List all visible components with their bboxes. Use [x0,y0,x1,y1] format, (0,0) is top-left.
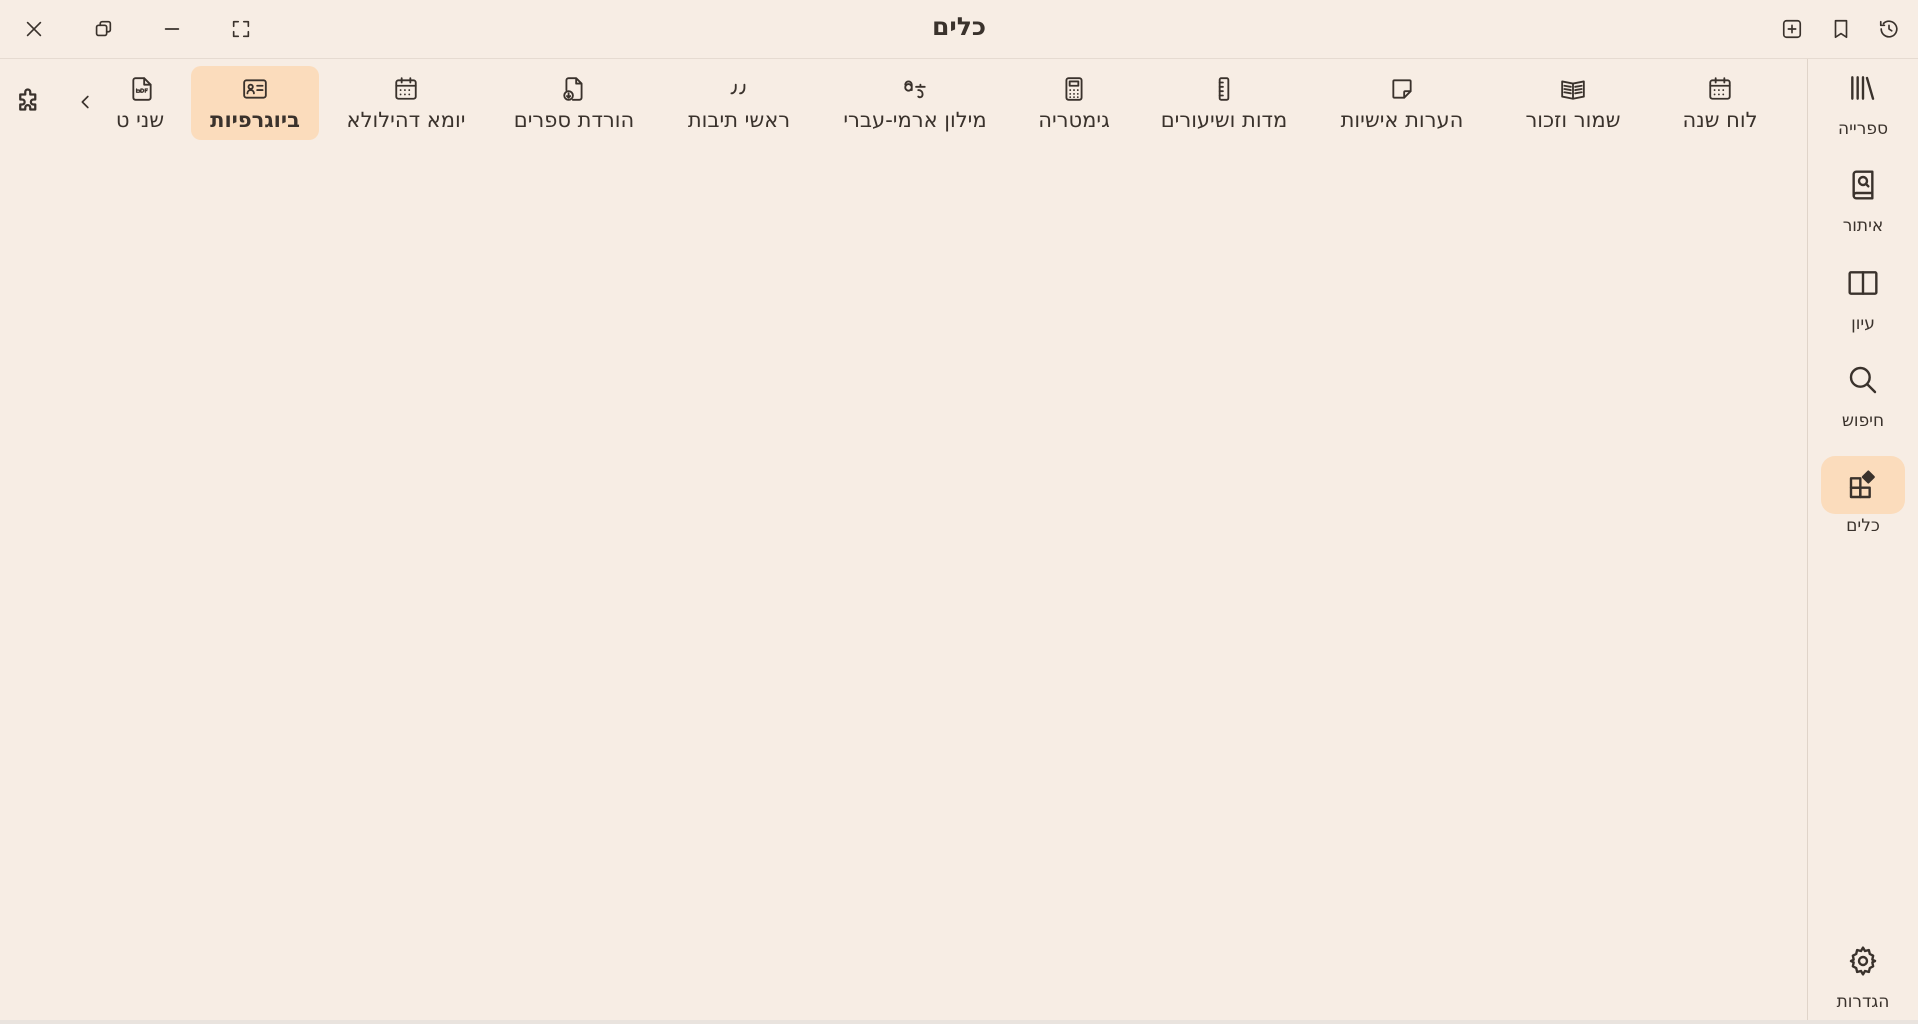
new-tab-button[interactable] [1777,14,1807,44]
bookmark-icon [1834,19,1848,39]
rail-item-locate[interactable]: איתור [1821,156,1905,246]
bottom-scrollbar-track [0,1020,1918,1024]
tool-aramaic-dictionary[interactable]: מילון ארמי-עברי [835,66,995,140]
rail-item-library[interactable]: ספרייה [1821,59,1905,149]
tool-abbreviations[interactable]: ראשי תיבות [676,66,802,140]
tools-strip: לוח שנה שמור וזכור הערות אישיות מדות ושי… [0,59,1807,149]
rail-item-tools[interactable]: כלים [1821,456,1905,546]
window-title: כלים [931,12,987,41]
tool-shamor-vezachor[interactable]: שמור וזכור [1505,66,1641,140]
tool-pdf-partial[interactable]: שני ט [104,66,176,140]
tool-calendar[interactable]: לוח שנה [1648,66,1792,140]
gear-icon [1849,946,1877,976]
library-icon [1851,76,1875,100]
rail-item-search[interactable]: חיפוש [1821,351,1905,441]
tool-biographies[interactable]: ביוגרפיות [191,66,319,140]
file-download-icon [563,77,583,101]
chevron-left-icon [81,95,89,109]
bookmark-button[interactable] [1826,14,1856,44]
book-search-icon [1852,170,1874,200]
rail-item-settings[interactable]: הגדרות [1821,932,1905,1022]
scroll-left-button[interactable] [74,90,98,114]
history-icon [1879,20,1898,38]
pdf-file-icon [132,77,152,101]
puzzle-icon[interactable] [13,86,45,118]
ruler-icon [1218,77,1230,101]
tool-download-books[interactable]: הורדת ספרים [504,66,644,140]
nav-rail: ספרייה איתור עיון חיפוש כלים הגדרות [1807,59,1918,1024]
sticky-note-icon [1392,79,1412,99]
tool-yoma-dehilula[interactable]: יומא דהילולא [336,66,476,140]
calculator-icon [1065,77,1083,101]
search-icon [1849,366,1877,394]
tool-measures[interactable]: מדות ושיעורים [1148,66,1300,140]
rail-item-reading[interactable]: עיון [1821,254,1905,344]
tool-gematria[interactable]: גימטריה [1026,66,1122,140]
tool-personal-notes[interactable]: הערות אישיות [1327,66,1477,140]
tools-grid-icon [1849,470,1875,499]
translate-icon [904,80,926,99]
open-book-icon [1848,271,1878,295]
calendar-icon [395,77,417,100]
history-button[interactable] [1874,14,1904,44]
calendar-icon [1709,77,1731,100]
quote-icon [730,83,746,95]
open-book-grid-icon [1561,80,1585,100]
id-card-icon [243,79,267,99]
title-bar: כלים [0,0,1918,59]
add-square-icon [1782,19,1802,39]
